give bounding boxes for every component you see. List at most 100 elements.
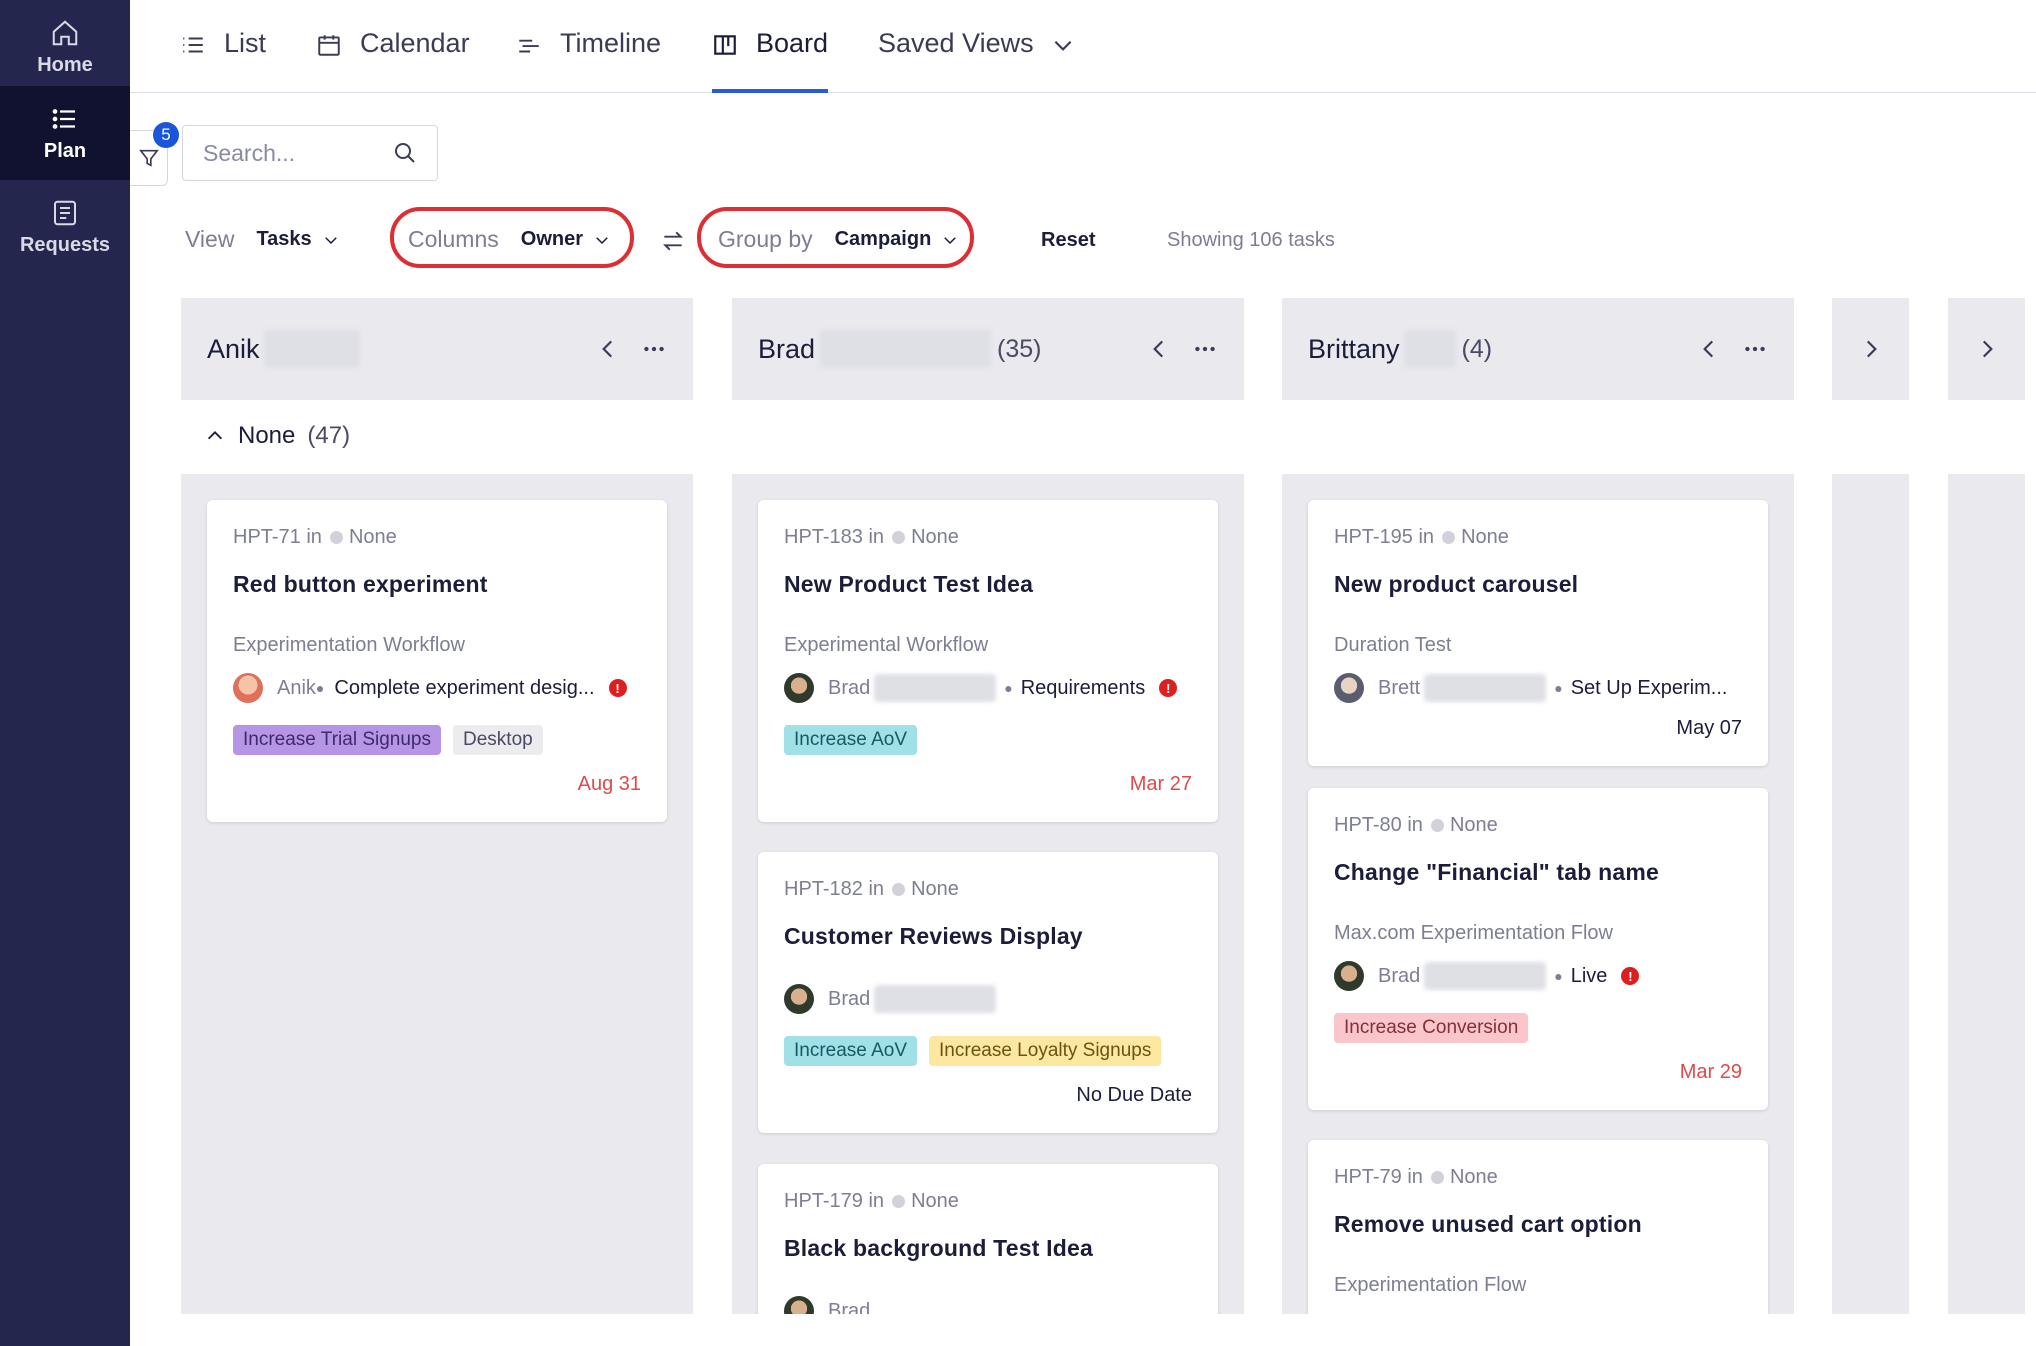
view-tabs: List Calendar Timeline Board Saved Views <box>130 0 2036 93</box>
task-card[interactable]: HPT-182 in None Customer Reviews Display… <box>758 852 1218 1133</box>
search-input[interactable] <box>203 139 383 167</box>
task-owner-row: Brett ● Set Up Experim... <box>1334 673 1742 703</box>
chevron-left-icon[interactable] <box>1146 336 1172 362</box>
sidebar-item-requests[interactable]: Requests <box>0 180 130 274</box>
task-tags: Increase Conversion <box>1334 1013 1742 1043</box>
column-header-collapsed[interactable] <box>1832 298 1909 400</box>
group-name: None <box>238 422 296 449</box>
swap-icon[interactable] <box>660 228 686 254</box>
column-header-brad: Brad (35) <box>732 298 1244 400</box>
task-key: HPT-182 in <box>784 878 885 900</box>
task-key-row: HPT-195 in None <box>1334 526 1742 549</box>
due-date: Aug 31 <box>577 773 641 795</box>
task-key: HPT-80 in <box>1334 814 1423 836</box>
group-header-none[interactable]: None (47) <box>204 422 350 450</box>
tab-saved-views[interactable]: Saved Views <box>878 28 1076 93</box>
task-card[interactable]: HPT-79 in None Remove unused cart option… <box>1308 1140 1768 1314</box>
owner-name: Brad <box>828 1299 871 1315</box>
task-status: Set Up Experim... <box>1570 676 1728 699</box>
owner-name: Brad <box>1378 964 1421 987</box>
task-owner-row: Brad ● Requirements ! <box>784 673 1192 703</box>
columns-label: Columns <box>408 226 499 252</box>
chevron-left-icon[interactable] <box>1696 336 1722 362</box>
separator-dot: ● <box>1004 680 1013 696</box>
task-key: HPT-183 in <box>784 526 885 548</box>
column-owner-name: Anik <box>207 333 260 364</box>
task-campaign: None <box>911 1190 959 1212</box>
sidebar-item-label: Home <box>37 53 93 76</box>
document-icon <box>54 200 76 225</box>
task-key: HPT-179 in <box>784 1190 885 1212</box>
tab-list[interactable]: List <box>180 28 266 93</box>
alert-icon: ! <box>1621 967 1640 985</box>
tab-calendar[interactable]: Calendar <box>316 28 470 93</box>
chevron-up-icon <box>207 431 223 440</box>
column-header-brittany: Brittany (4) <box>1282 298 1794 400</box>
lane-collapsed <box>1948 474 2025 1314</box>
owner-name: Anik <box>277 676 316 699</box>
task-owner-row: Brad ● Live ! <box>1334 961 1742 991</box>
column-count: (4) <box>1461 334 1493 363</box>
task-card[interactable]: HPT-183 in None New Product Test Idea Ex… <box>758 500 1218 822</box>
task-status: Complete experiment desig... <box>334 676 595 699</box>
tab-timeline[interactable]: Timeline <box>516 28 661 93</box>
group-by-selector[interactable]: Group by Campaign <box>718 226 959 253</box>
sidebar-item-home[interactable]: Home <box>0 0 130 94</box>
separator-dot: ● <box>1554 680 1563 696</box>
column-owner-name: Brittany <box>1308 333 1400 364</box>
tab-label: Saved Views <box>878 28 1034 58</box>
redacted-surname <box>263 330 360 368</box>
calendar-icon <box>318 35 340 56</box>
reset-button[interactable]: Reset <box>1041 229 1095 252</box>
task-key-row: HPT-179 in None <box>784 1190 1192 1213</box>
task-campaign: None <box>1449 1166 1498 1188</box>
task-tags: Increase AoV Increase Loyalty Signups <box>784 1036 1192 1066</box>
task-card[interactable]: HPT-71 in None Red button experiment Exp… <box>207 500 667 822</box>
owner-name: Brett <box>1378 676 1421 699</box>
task-key-row: HPT-183 in None <box>784 526 1192 549</box>
task-title: Remove unused cart option <box>1334 1211 1642 1237</box>
more-options-icon[interactable] <box>641 336 667 362</box>
timeline-icon <box>519 39 539 53</box>
lane-anik: HPT-71 in None Red button experiment Exp… <box>181 474 693 1314</box>
column-header-collapsed[interactable] <box>1948 298 2025 400</box>
owner-name: Brad <box>828 676 871 699</box>
task-campaign: None <box>1449 814 1498 836</box>
tag: Increase AoV <box>784 725 918 755</box>
chevron-right-icon[interactable] <box>1858 336 1884 362</box>
task-card[interactable]: HPT-80 in None Change "Financial" tab na… <box>1308 788 1768 1110</box>
separator-dot: ● <box>1554 968 1563 984</box>
filter-icon <box>138 149 159 167</box>
view-selector[interactable]: View Tasks <box>185 226 340 253</box>
group-by-label: Group by <box>718 226 813 252</box>
more-options-icon[interactable] <box>1192 336 1218 362</box>
campaign-dot <box>892 531 906 544</box>
avatar <box>233 673 263 703</box>
tag: Desktop <box>453 725 543 755</box>
campaign-dot <box>892 883 906 896</box>
task-card[interactable]: HPT-195 in None New product carousel Dur… <box>1308 500 1768 766</box>
tab-board[interactable]: Board <box>712 28 829 93</box>
task-card[interactable]: HPT-179 in None Black background Test Id… <box>758 1164 1218 1314</box>
alert-icon: ! <box>608 679 627 697</box>
more-options-icon[interactable] <box>1742 336 1768 362</box>
task-workflow: Max.com Experimentation Flow <box>1334 922 1613 944</box>
search-icon[interactable] <box>393 141 417 165</box>
task-title: New product carousel <box>1334 571 1579 597</box>
task-campaign: None <box>911 526 959 548</box>
redacted-surname <box>874 674 997 702</box>
task-status: Requirements <box>1020 676 1146 699</box>
group-by-value: Campaign <box>834 228 932 250</box>
chevron-right-icon[interactable] <box>1974 336 2000 362</box>
sidebar-item-label: Requests <box>19 233 111 256</box>
task-title: Customer Reviews Display <box>784 923 1083 949</box>
chevron-left-icon[interactable] <box>595 336 621 362</box>
sidebar-item-plan[interactable]: Plan <box>0 86 130 180</box>
redacted-surname <box>1403 330 1456 368</box>
task-campaign: None <box>348 526 397 548</box>
avatar <box>784 984 814 1014</box>
task-tags: Increase AoV <box>784 725 1192 755</box>
columns-selector[interactable]: Columns Owner <box>408 226 611 253</box>
task-workflow: Experimentation Workflow <box>233 634 465 656</box>
campaign-dot <box>892 1195 906 1208</box>
